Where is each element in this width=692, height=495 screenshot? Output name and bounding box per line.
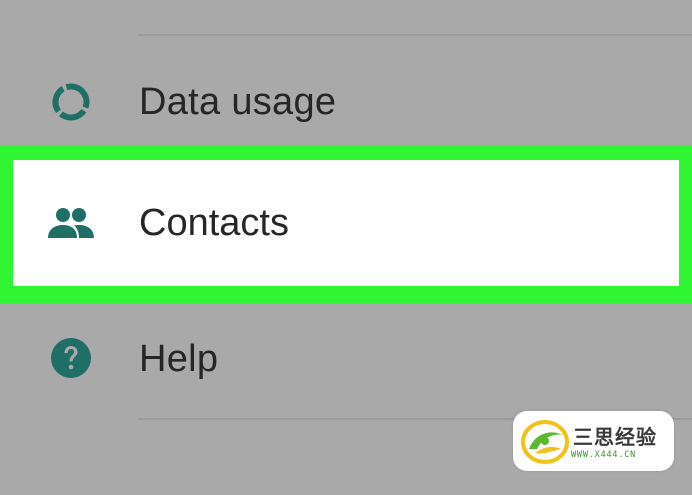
help-icon bbox=[48, 335, 94, 381]
menu-item-help[interactable]: Help bbox=[0, 295, 692, 423]
menu-item-label: Data usage bbox=[139, 81, 337, 123]
watermark-url: WWW.X444.CN bbox=[571, 450, 637, 460]
menu-item-label: Help bbox=[139, 338, 219, 380]
divider bbox=[138, 34, 692, 36]
menu-item-label: Contacts bbox=[139, 202, 289, 244]
contacts-icon bbox=[46, 202, 96, 246]
menu-item-contacts[interactable]: Contacts bbox=[13, 160, 679, 286]
highlight-frame: Contacts bbox=[0, 145, 692, 303]
data-usage-icon bbox=[48, 79, 94, 125]
settings-screen: Data usage Contacts Help 三思经验 WWW.X444.C… bbox=[0, 0, 692, 495]
watermark-logo-icon bbox=[521, 419, 569, 465]
watermark: 三思经验 WWW.X444.CN bbox=[513, 411, 674, 471]
watermark-title: 三思经验 bbox=[573, 425, 657, 449]
